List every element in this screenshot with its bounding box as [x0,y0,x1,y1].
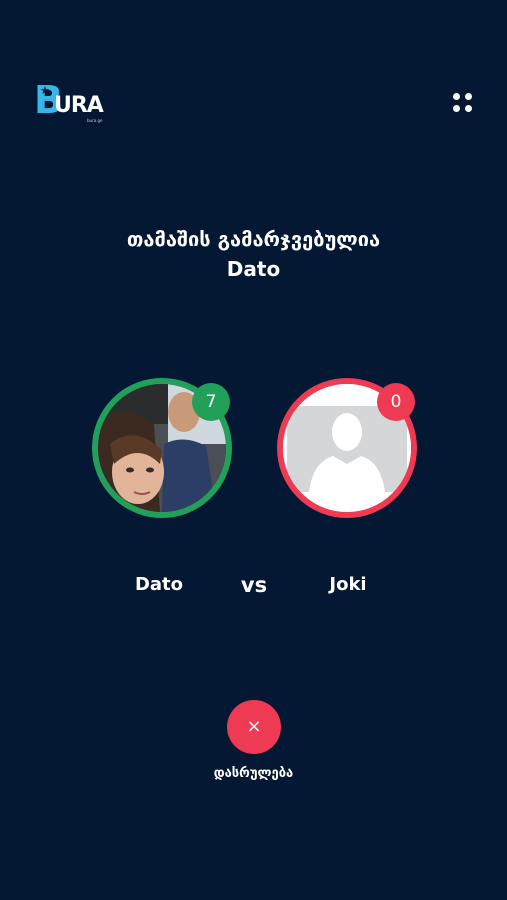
star-icon: ★ [40,84,50,97]
player-left-name: Dato [134,574,184,595]
menu-dot [453,105,460,112]
menu-dot [465,93,472,100]
score-badge: 7 [192,383,230,421]
bura-logo: B ★ URA bura.ge [34,80,106,124]
game-result-screen: B ★ URA bura.ge თამაშის გამარჯვებულია Da… [0,0,507,900]
finish-label: დასრულება [213,766,294,781]
score-badge: 0 [377,383,415,421]
result-title: თამაშის გამარჯვებულია Dato [0,224,507,284]
player-right: 0 [277,378,417,518]
winner-name: Dato [226,257,281,281]
close-icon: × [246,716,262,737]
player-right-name: Joki [329,574,367,595]
grid-dots-icon[interactable] [450,90,476,116]
finish-button[interactable]: × [227,700,281,754]
vs-label: vs [240,573,268,597]
menu-dot [453,93,460,100]
menu-dot [465,105,472,112]
logo-subtext: bura.ge [87,118,103,123]
result-title-line: თამაშის გამარჯვებულია [126,227,381,251]
player-left: 7 [92,378,232,518]
logo-text: URA [54,93,104,118]
